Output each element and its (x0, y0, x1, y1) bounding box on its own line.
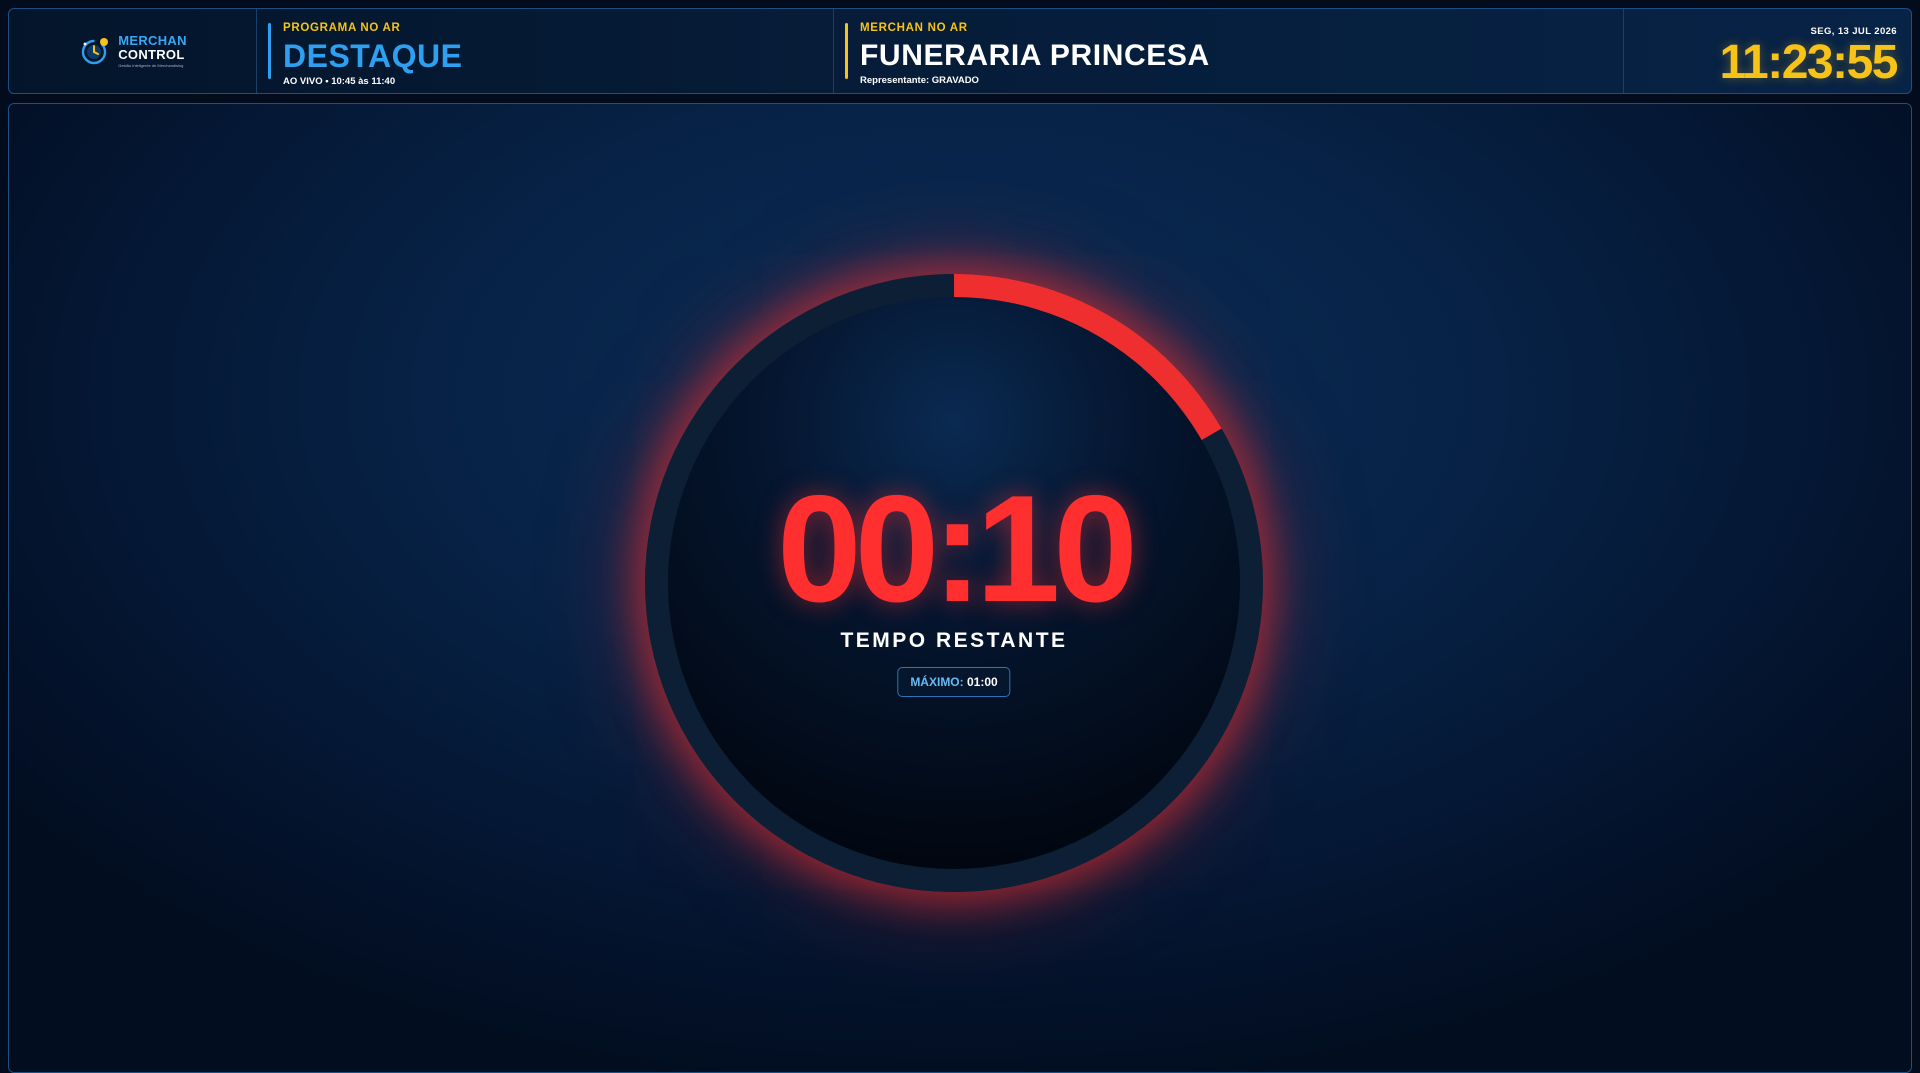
max-duration-value: 01:00 (966, 675, 998, 689)
merchan-panel: MERCHAN NO AR FUNERARIA PRINCESA Represe… (834, 9, 1624, 93)
top-bar: MERCHAN CONTROL Gestão Inteligente de Me… (8, 8, 1912, 94)
globe-clock-icon (82, 38, 109, 65)
max-duration-badge: MÁXIMO: 01:00 (897, 667, 1011, 697)
merchan-accent-bar (845, 23, 848, 79)
brand-panel: MERCHAN CONTROL Gestão Inteligente de Me… (9, 9, 257, 93)
current-time: 11:23:55 (1719, 35, 1899, 89)
brand-name-line2: CONTROL (118, 47, 185, 62)
program-accent-bar (268, 23, 271, 79)
max-duration-label: MÁXIMO: (910, 675, 964, 689)
brand-logo: MERCHAN CONTROL Gestão Inteligente de Me… (78, 33, 187, 69)
merchan-kicker: MERCHAN NO AR (860, 22, 968, 34)
brand-name-line1: MERCHAN (118, 33, 187, 48)
countdown-dial: 00:10 TEMPO RESTANTE MÁXIMO: 01:00 (645, 274, 1263, 892)
merchan-representative: Representante: GRAVADO (860, 74, 979, 86)
program-name: DESTAQUE (283, 37, 463, 74)
program-kicker: PROGRAMA NO AR (283, 22, 401, 34)
program-schedule: AO VIVO • 10:45 às 11:40 (283, 75, 396, 87)
merchan-name: FUNERARIA PRINCESA (860, 38, 1210, 72)
brand-tagline: Gestão Inteligente de Merchandising (118, 63, 184, 68)
countdown-label: TEMPO RESTANTE (840, 629, 1068, 652)
countdown-value: 00:10 (777, 464, 1138, 634)
clock-panel: SEG, 13 JUL 2026 11:23:55 (1624, 9, 1911, 93)
timer-stage: 00:10 TEMPO RESTANTE MÁXIMO: 01:00 (8, 103, 1912, 1073)
program-panel: PROGRAMA NO AR DESTAQUE AO VIVO • 10:45 … (257, 9, 834, 93)
